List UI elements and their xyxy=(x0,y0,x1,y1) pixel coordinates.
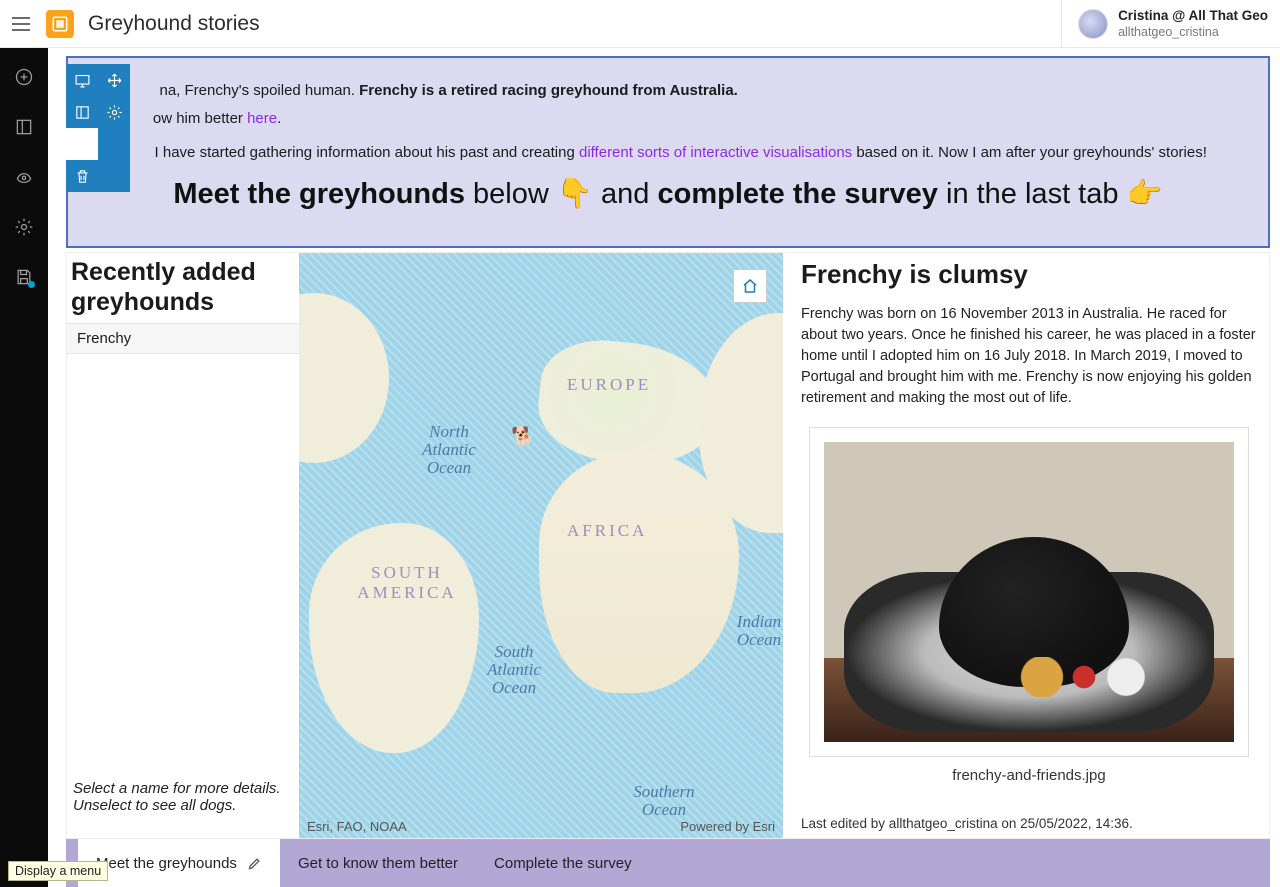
layout-icon[interactable] xyxy=(13,116,35,138)
story-panel: Frenchy is clumsy Frenchy was born on 16… xyxy=(783,253,1269,838)
content-row: Recently added greyhounds Frenchy Select… xyxy=(66,252,1270,839)
list-hint: Select a name for more details. Unselect… xyxy=(67,770,299,838)
map-label-europe: EUROPE xyxy=(567,375,651,395)
here-link[interactable]: here xyxy=(247,110,277,127)
photo-caption: frenchy-and-friends.jpg xyxy=(801,767,1257,784)
tooltip: Display a menu xyxy=(8,861,108,881)
photo-frame xyxy=(809,427,1249,757)
tab-know[interactable]: Get to know them better xyxy=(280,839,476,887)
header-card[interactable]: I am Cristina, Frenchy's spoiled human. … xyxy=(66,56,1270,248)
save-icon[interactable] xyxy=(13,266,35,288)
canvas: I am Cristina, Frenchy's spoiled human. … xyxy=(48,48,1280,887)
left-rail xyxy=(0,48,48,887)
unsaved-dot-icon xyxy=(28,281,35,288)
story-title: Frenchy is clumsy xyxy=(801,259,1257,290)
tab-meet[interactable]: Meet the greyhounds xyxy=(78,839,280,887)
user-handle: allthatgeo_cristina xyxy=(1118,25,1268,39)
add-icon[interactable] xyxy=(13,66,35,88)
ocean-southern: Southern Ocean xyxy=(619,783,709,819)
ocean-s-atlantic: South Atlantic Ocean xyxy=(469,643,559,697)
settings-icon[interactable] xyxy=(13,216,35,238)
list-item[interactable]: Frenchy xyxy=(67,323,299,354)
tab-label: Get to know them better xyxy=(298,855,458,872)
user-display-name: Cristina @ All That Geo xyxy=(1118,8,1268,24)
menu-icon[interactable] xyxy=(12,17,30,31)
theme-icon[interactable] xyxy=(13,166,35,188)
move-icon[interactable] xyxy=(98,64,130,96)
duplicate-icon[interactable] xyxy=(66,128,98,160)
avatar xyxy=(1078,9,1108,39)
home-extent-button[interactable] xyxy=(733,269,767,303)
ocean-indian: Indian Ocean xyxy=(729,613,783,649)
last-edited: Last edited by allthatgeo_cristina on 25… xyxy=(801,816,1257,831)
bottom-tabs: Meet the greyhounds Get to know them bet… xyxy=(66,839,1270,887)
map-marker-dog-icon[interactable]: 🐕 xyxy=(511,425,535,449)
recent-title: Recently added greyhounds xyxy=(67,253,299,323)
map[interactable]: EUROPE AFRICA SOUTH AMERICA North Atlant… xyxy=(299,253,783,838)
story-photo xyxy=(824,442,1234,742)
trash-icon[interactable] xyxy=(66,160,98,192)
widget-toolbar xyxy=(66,64,130,192)
topbar: Greyhound stories Cristina @ All That Ge… xyxy=(0,0,1280,48)
display-icon[interactable] xyxy=(66,64,98,96)
visualisations-link[interactable]: different sorts of interactive visualisa… xyxy=(579,144,852,161)
header-text: I am Cristina, Frenchy's spoiled human. … xyxy=(92,80,1244,163)
tab-survey[interactable]: Complete the survey xyxy=(476,839,650,887)
app-title: Greyhound stories xyxy=(88,12,260,36)
gear-icon[interactable] xyxy=(98,96,130,128)
headline: Meet the greyhounds below 👇 and complete… xyxy=(92,177,1244,211)
map-attribution: Esri, FAO, NOAA xyxy=(307,819,407,834)
recent-list-panel: Recently added greyhounds Frenchy Select… xyxy=(67,253,299,838)
app-logo xyxy=(46,10,74,38)
panel-icon[interactable] xyxy=(66,96,98,128)
map-label-africa: AFRICA xyxy=(567,521,647,541)
ocean-n-atlantic: North Atlantic Ocean xyxy=(409,423,489,477)
story-body: Frenchy was born on 16 November 2013 in … xyxy=(801,304,1257,409)
tab-label: Complete the survey xyxy=(494,855,632,872)
map-label-south-america: SOUTH AMERICA xyxy=(347,563,467,603)
user-menu[interactable]: Cristina @ All That Geo allthatgeo_crist… xyxy=(1061,0,1268,48)
tab-label: Meet the greyhounds xyxy=(96,855,237,872)
pencil-icon[interactable] xyxy=(247,856,262,871)
map-powered-by: Powered by Esri xyxy=(680,819,775,834)
